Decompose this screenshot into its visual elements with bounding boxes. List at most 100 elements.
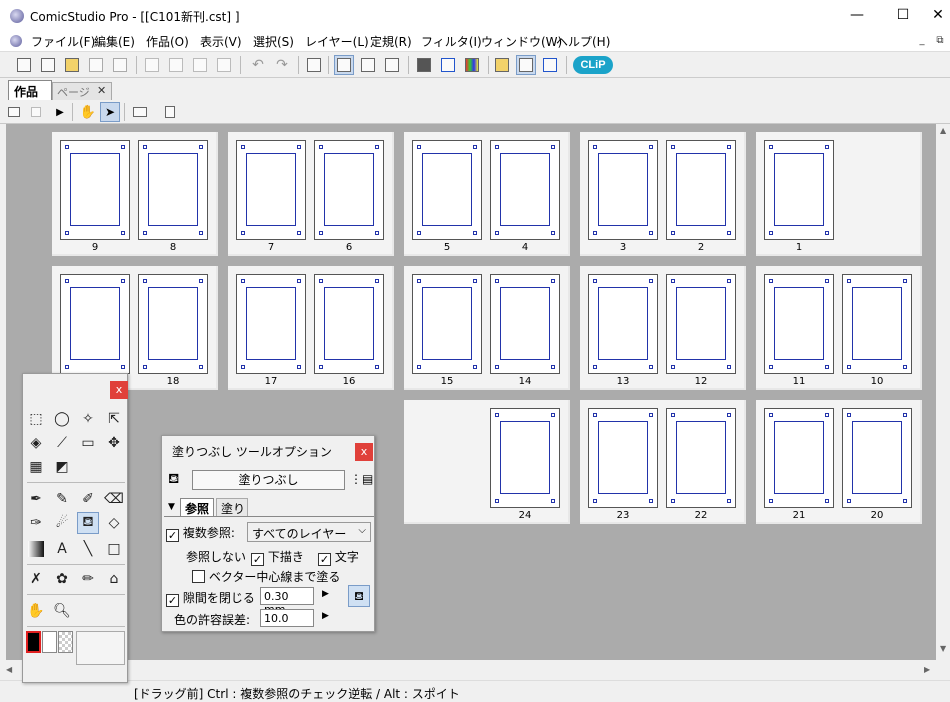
page-thumbnail[interactable] <box>588 274 658 374</box>
window-icon[interactable] <box>516 55 536 75</box>
pointer-icon[interactable]: ➤ <box>100 102 120 122</box>
page-thumbnail[interactable] <box>236 140 306 240</box>
mdi-minimize-button[interactable]: _ <box>914 34 930 48</box>
fill-eraser-icon[interactable]: ◇ <box>103 512 125 534</box>
zoom-icon[interactable]: 🔍︎ <box>51 600 73 622</box>
navigator-icon[interactable] <box>540 55 560 75</box>
pencil-icon[interactable]: ✎ <box>51 488 73 510</box>
menu-help[interactable]: ヘルプ(H) <box>556 33 610 50</box>
page-thumbnail[interactable] <box>138 274 208 374</box>
gap-slider-arrow-icon[interactable]: ▶ <box>322 589 329 599</box>
layer-ref-select[interactable]: すべてのレイヤー ⌵ <box>247 522 371 542</box>
page-thumbnail[interactable] <box>842 408 912 508</box>
rect-select-icon[interactable]: ⬚ <box>25 408 47 430</box>
copy-icon[interactable] <box>166 55 186 75</box>
save-icon[interactable] <box>86 55 106 75</box>
page-thumbnail[interactable] <box>666 274 736 374</box>
page-layout-icon[interactable] <box>26 102 46 122</box>
check-icon[interactable] <box>438 55 458 75</box>
tool-palette-close-button[interactable]: x <box>110 381 128 399</box>
scroll-up-icon[interactable]: ▲ <box>940 126 946 135</box>
horizontal-scrollbar[interactable]: ◀ ▶ <box>0 660 950 680</box>
tab-close-icon[interactable]: ✕ <box>97 84 106 97</box>
new-document-icon[interactable] <box>14 55 34 75</box>
ruler-icon[interactable]: ▭ <box>77 432 99 454</box>
maximize-button[interactable]: ☐ <box>880 0 926 31</box>
spread[interactable]: 5 4 <box>404 132 570 256</box>
options-menu-icon[interactable]: ⋮▤ <box>350 472 373 486</box>
airbrush-icon[interactable]: ☄ <box>51 512 73 534</box>
spread[interactable]: 3 2 <box>580 132 746 256</box>
color-palette-icon[interactable] <box>462 55 482 75</box>
hand-tool-icon[interactable]: ✋ <box>25 600 47 622</box>
menu-layer[interactable]: レイヤー(L) <box>305 33 369 50</box>
new-page-icon[interactable] <box>38 55 58 75</box>
gap-size-input[interactable]: 0.30 mm <box>260 587 314 616</box>
magic-wand-icon[interactable]: ✧ <box>77 408 99 430</box>
marker-icon[interactable]: ✐ <box>77 488 99 510</box>
page-thumbnail[interactable] <box>236 274 306 374</box>
menu-window[interactable]: ウィンドウ(W) <box>481 33 562 50</box>
page-thumbnail[interactable] <box>666 408 736 508</box>
spread[interactable]: 23 22 <box>580 400 746 524</box>
spread[interactable]: 11 10 <box>756 266 922 390</box>
eyedropper-pen-icon[interactable]: ⟋ <box>51 432 73 454</box>
menu-select[interactable]: 選択(S) <box>253 33 294 50</box>
work-canvas[interactable]: 9 8 7 6 5 4 3 2 1 18 17 16 15 14 13 12 1… <box>6 124 936 660</box>
rectangle-icon[interactable]: □ <box>103 538 125 560</box>
lasso-icon[interactable]: ◯ <box>51 408 73 430</box>
stamp-icon[interactable]: ⌂ <box>103 568 125 590</box>
page-thumbnail[interactable] <box>412 140 482 240</box>
spread[interactable]: 15 14 <box>404 266 570 390</box>
scroll-left-icon[interactable]: ◀ <box>6 665 12 674</box>
tolerance-input[interactable]: 10.0 <box>260 609 314 627</box>
page-thumbnail[interactable] <box>314 274 384 374</box>
material-icon[interactable] <box>492 55 512 75</box>
spread[interactable]: 9 8 <box>52 132 218 256</box>
spread[interactable]: 7 6 <box>228 132 394 256</box>
spread[interactable]: 13 12 <box>580 266 746 390</box>
spread[interactable]: 17 16 <box>228 266 394 390</box>
eraser-icon[interactable]: ⌫ <box>103 488 125 510</box>
gap-preview-icon[interactable]: ⛾ <box>348 585 370 607</box>
page-list-icon[interactable] <box>358 55 378 75</box>
layer-view-icon[interactable] <box>382 55 402 75</box>
page-thumbnail[interactable] <box>588 408 658 508</box>
line-edit-icon[interactable]: ✏ <box>77 568 99 590</box>
menu-ruler[interactable]: 定規(R) <box>370 33 412 50</box>
transform-icon[interactable]: ◩ <box>51 456 73 478</box>
page-thumbnail[interactable] <box>60 274 130 374</box>
vertical-scrollbar[interactable]: ▲ ▼ <box>936 124 950 660</box>
tab-reference[interactable]: 参照 <box>180 498 214 516</box>
tab-work[interactable]: 作品 <box>8 80 52 100</box>
spread[interactable]: 18 <box>52 266 218 390</box>
minimize-button[interactable]: — <box>834 0 880 31</box>
redo-icon[interactable]: ↷ <box>272 55 292 75</box>
page-thumbnail[interactable] <box>666 140 736 240</box>
display-mode-icon[interactable] <box>130 102 150 122</box>
tab-page[interactable]: ページ ✕ <box>52 82 112 100</box>
fill-bucket-icon[interactable]: ⛾ <box>77 512 99 534</box>
menu-view[interactable]: 表示(V) <box>200 33 242 50</box>
brush-icon[interactable]: ✑ <box>25 512 47 534</box>
page-thumbnail[interactable] <box>490 274 560 374</box>
print-icon[interactable] <box>304 55 324 75</box>
tolerance-slider-arrow-icon[interactable]: ▶ <box>322 611 329 621</box>
mdi-restore-button[interactable]: ⧉ <box>932 34 948 48</box>
page-thumbnail[interactable] <box>412 274 482 374</box>
properties-icon[interactable] <box>414 55 434 75</box>
clear-icon[interactable] <box>214 55 234 75</box>
color-black-swatch[interactable] <box>26 631 41 653</box>
panel-menu-icon[interactable] <box>160 102 180 122</box>
page-thumbnail[interactable] <box>764 274 834 374</box>
page-thumbnail[interactable] <box>588 140 658 240</box>
text-icon[interactable]: A <box>51 538 73 560</box>
undo-icon[interactable]: ↶ <box>248 55 268 75</box>
tool-options-close-button[interactable]: x <box>355 443 373 461</box>
page-thumbnail[interactable] <box>842 274 912 374</box>
tool-name-field[interactable]: 塗りつぶし <box>192 470 345 490</box>
page-settings-icon[interactable] <box>4 102 24 122</box>
gradient-icon[interactable] <box>25 538 47 560</box>
tab-fill[interactable]: 塗り <box>216 498 248 516</box>
scroll-down-icon[interactable]: ▼ <box>940 644 946 653</box>
